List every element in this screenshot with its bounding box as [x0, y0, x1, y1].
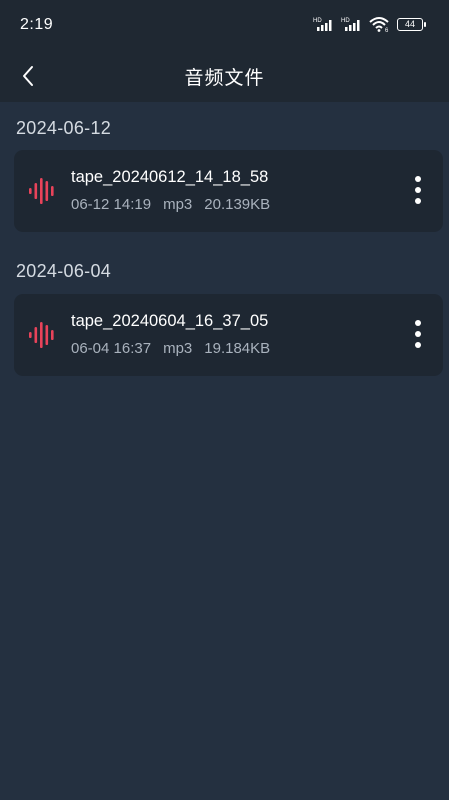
wifi-icon: 6 — [369, 17, 389, 32]
file-time: 06-12 14:19 — [71, 196, 152, 213]
signal-hd-icon-2: HD — [341, 18, 360, 31]
status-bar: 2:19 HD HD 6 44 — [0, 0, 449, 50]
file-name: tape_20240604_16_37_05 — [71, 312, 269, 330]
signal-hd-label-2: HD — [341, 18, 350, 24]
file-name: tape_20240612_14_18_58 — [71, 168, 269, 186]
more-options-button[interactable] — [407, 170, 429, 210]
file-format: mp3 — [163, 340, 193, 357]
more-vertical-icon — [415, 320, 421, 326]
signal-hd-label: HD — [313, 18, 322, 24]
date-group-heading: 2024-06-12 — [16, 118, 112, 138]
more-vertical-icon — [415, 176, 421, 182]
app-header: 音频文件 — [0, 50, 449, 102]
file-time: 06-04 16:37 — [71, 340, 152, 357]
audio-wave-icon — [29, 322, 54, 348]
status-time: 2:19 — [20, 16, 54, 33]
file-size: 20.139KB — [204, 196, 271, 213]
more-options-button[interactable] — [407, 314, 429, 354]
file-size: 19.184KB — [204, 340, 271, 357]
file-format: mp3 — [163, 196, 193, 213]
battery-level: 44 — [404, 19, 415, 29]
status-icons: HD HD 6 44 — [313, 14, 426, 34]
page-title: 音频文件 — [184, 68, 265, 89]
wifi-sub-label: 6 — [385, 28, 389, 32]
file-meta: 06-04 16:37 mp3 19.184KB — [71, 340, 270, 357]
file-meta: 06-12 14:19 mp3 20.139KB — [71, 196, 270, 213]
audio-wave-icon — [29, 178, 54, 204]
date-group-heading: 2024-06-04 — [16, 261, 112, 281]
battery-icon: 44 — [397, 17, 426, 31]
signal-hd-icon: HD — [313, 18, 332, 31]
audio-file-item[interactable]: tape_20240604_16_37_05 06-04 16:37 mp3 1… — [14, 294, 443, 376]
audio-file-item[interactable]: tape_20240612_14_18_58 06-12 14:19 mp3 2… — [14, 150, 443, 232]
